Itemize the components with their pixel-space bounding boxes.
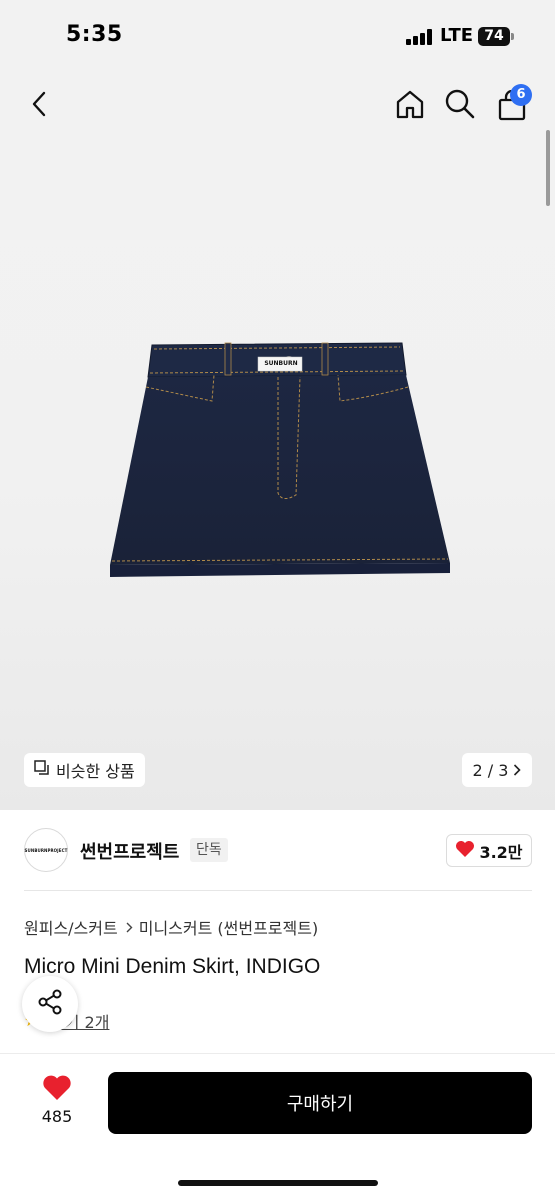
- similar-products-label: 비슷한 상품: [56, 762, 135, 781]
- network-type: LTE: [440, 25, 474, 46]
- chevron-right-icon: [126, 918, 133, 937]
- breadcrumb: 원피스/스커트 미니스커트 (썬번프로젝트): [24, 915, 318, 939]
- search-icon[interactable]: [440, 84, 480, 124]
- signal-icon: [406, 29, 434, 45]
- battery-cap: [511, 33, 514, 40]
- scrollbar[interactable]: [546, 130, 550, 206]
- wishlist-button[interactable]: 485: [32, 1074, 82, 1126]
- product-gallery[interactable]: 5:35 LTE 74 6 SUNBURN 비슷한 상품 2 / 3: [0, 0, 555, 810]
- brand-name[interactable]: 썬번프로젝트: [80, 838, 179, 864]
- page-indicator-text: 2 / 3: [472, 760, 509, 780]
- brand-row: SUNBURNPROJECT 썬번프로젝트 단독 3.2만: [0, 822, 555, 882]
- top-navigation: [0, 80, 555, 130]
- battery-icon: 74: [478, 27, 510, 46]
- brand-logo-text: SUNBURNPROJECT: [24, 847, 68, 853]
- home-indicator: [178, 1180, 378, 1186]
- share-icon: [36, 988, 64, 1020]
- status-bar: 5:35 LTE 74: [0, 0, 555, 70]
- copy-icon: [34, 760, 50, 780]
- status-time: 5:35: [66, 22, 123, 47]
- share-button[interactable]: [22, 976, 78, 1032]
- wishlist-count: 485: [41, 1107, 73, 1126]
- divider: [24, 890, 532, 891]
- similar-products-button[interactable]: 비슷한 상품: [24, 753, 145, 787]
- chevron-right-icon: [513, 761, 522, 780]
- product-image[interactable]: SUNBURN: [100, 335, 460, 585]
- gallery-page-indicator[interactable]: 2 / 3: [462, 753, 532, 787]
- brand-like-count: 3.2만: [479, 842, 523, 862]
- product-title: Micro Mini Denim Skirt, INDIGO: [24, 955, 321, 978]
- breadcrumb-subcategory[interactable]: 미니스커트 (썬번프로젝트): [139, 915, 319, 939]
- brand-logo[interactable]: SUNBURNPROJECT: [24, 828, 68, 872]
- brand-label-text: SUNBURN: [264, 360, 298, 367]
- exclusive-badge: 단독: [190, 838, 228, 862]
- heart-icon: [455, 840, 475, 862]
- bottom-action-bar: 485 구매하기: [0, 1054, 555, 1200]
- buy-button[interactable]: 구매하기: [108, 1072, 532, 1134]
- cart-count-badge: 6: [510, 84, 532, 106]
- home-icon[interactable]: [390, 84, 430, 124]
- breadcrumb-category[interactable]: 원피스/스커트: [24, 915, 118, 939]
- heart-icon: [42, 1075, 72, 1105]
- chevron-left-icon[interactable]: [20, 84, 60, 124]
- brand-like-button[interactable]: 3.2만: [446, 834, 532, 867]
